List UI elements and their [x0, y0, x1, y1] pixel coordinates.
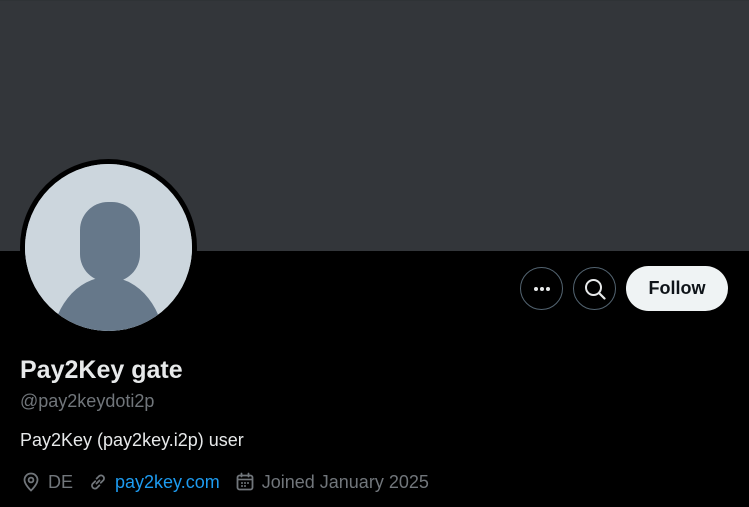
- website-item: pay2key.com: [87, 471, 220, 493]
- calendar-icon: [236, 472, 254, 491]
- joined-item: Joined January 2025: [234, 471, 429, 493]
- search-button[interactable]: [573, 267, 616, 310]
- person-silhouette-icon: [25, 164, 192, 331]
- profile-meta: DE pay2key.com Joined January 2025: [20, 471, 443, 493]
- profile-bio: Pay2Key (pay2key.i2p) user: [20, 430, 244, 450]
- link-icon: [91, 474, 105, 490]
- avatar[interactable]: [20, 159, 197, 336]
- website-link[interactable]: pay2key.com: [115, 472, 220, 493]
- search-icon: [584, 278, 606, 300]
- user-handle: @pay2keydoti2p: [20, 391, 155, 411]
- location-item: DE: [20, 471, 73, 493]
- location-pin-icon: [23, 472, 39, 492]
- follow-button[interactable]: Follow: [626, 266, 728, 311]
- default-avatar-image: [25, 164, 192, 331]
- location-text: DE: [48, 471, 74, 492]
- more-horizontal-icon: [533, 286, 550, 291]
- profile-actions: Follow: [520, 266, 728, 311]
- more-button[interactable]: [520, 267, 563, 310]
- joined-date: Joined January 2025: [261, 471, 429, 492]
- display-name: Pay2Key gate: [20, 356, 183, 384]
